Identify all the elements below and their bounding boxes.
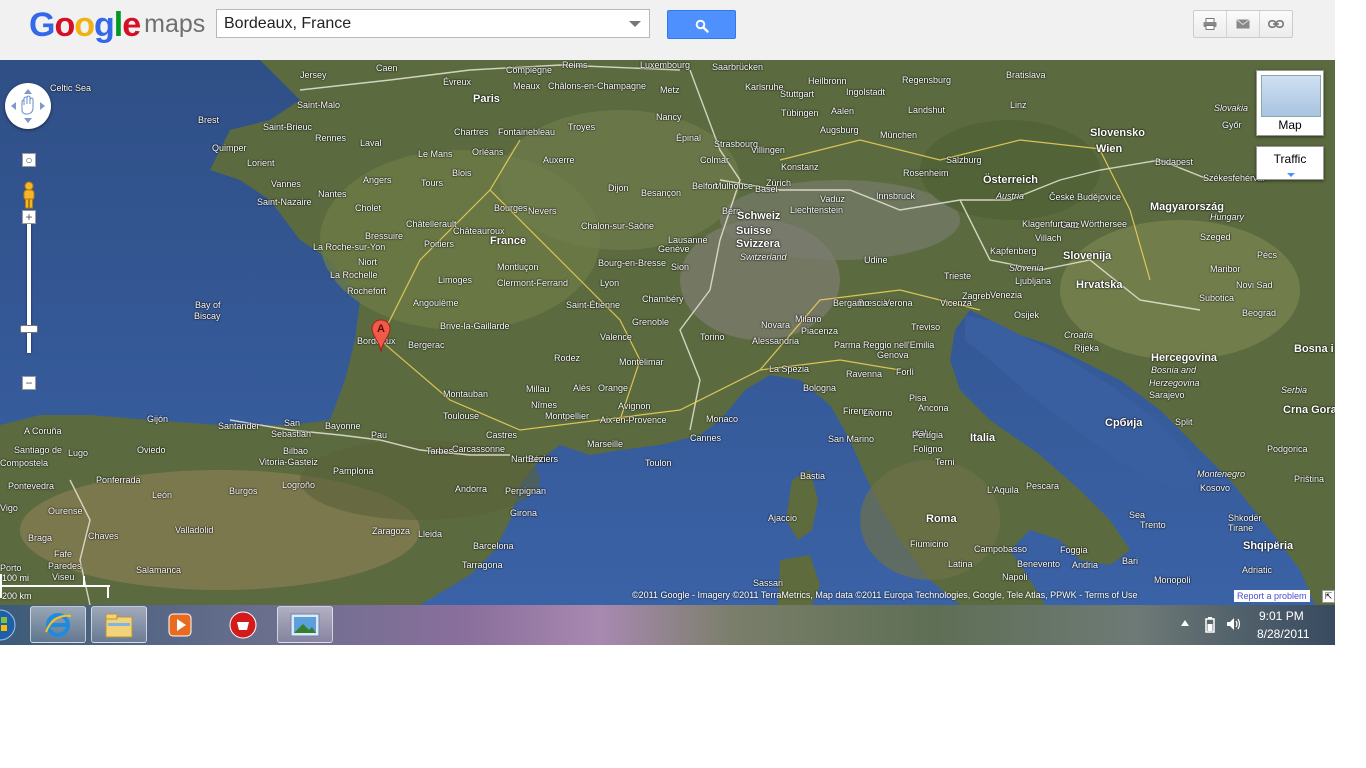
- taskbar-media-player[interactable]: [152, 606, 208, 643]
- resize-corner-icon[interactable]: ⇱: [1322, 590, 1335, 603]
- picture-viewer-icon: [290, 613, 320, 636]
- search-input[interactable]: [217, 10, 624, 37]
- internet-explorer-icon: [45, 612, 72, 637]
- report-problem-link[interactable]: Report a problem: [1234, 590, 1310, 602]
- tool-buttons: [1193, 10, 1293, 38]
- search-box[interactable]: [216, 9, 650, 38]
- header: Google maps: [0, 0, 1335, 60]
- taskbar-internet-explorer[interactable]: [30, 606, 86, 643]
- scale-miles: 100 mi: [2, 573, 30, 583]
- satellite-imagery: [0, 60, 1335, 605]
- logo-letter: o: [74, 6, 95, 44]
- pan-control[interactable]: [5, 83, 51, 129]
- zoom-handle[interactable]: [20, 325, 38, 333]
- email-button[interactable]: [1227, 11, 1260, 37]
- print-button[interactable]: [1194, 11, 1227, 37]
- map-canvas[interactable]: Celtic Sea Jersey Saint-Malo Caen Brest Saint…: [0, 60, 1335, 605]
- logo-letter: o: [54, 6, 75, 44]
- map-type-button[interactable]: Map: [1256, 70, 1324, 136]
- zoom-in-button[interactable]: +: [22, 210, 36, 224]
- taskbar-file-explorer[interactable]: [91, 606, 147, 643]
- copyright-text: ©2011 Google - Imagery ©2011 TerraMetric…: [632, 590, 1138, 600]
- scale-bar: 100 mi 200 km: [0, 570, 115, 602]
- logo-suffix: maps: [144, 10, 206, 38]
- clock-time[interactable]: 9:01 PM: [1259, 609, 1304, 623]
- show-hidden-icons-icon[interactable]: [1181, 620, 1189, 626]
- zoom-out-button[interactable]: −: [22, 376, 36, 390]
- printer-icon: [1203, 18, 1217, 30]
- marker-label: A: [377, 323, 385, 335]
- traffic-button[interactable]: Traffic: [1256, 146, 1324, 180]
- taskbar-picture-viewer[interactable]: [277, 606, 333, 643]
- media-player-icon: [168, 613, 192, 636]
- start-button[interactable]: [0, 606, 18, 643]
- logo-letter: e: [122, 6, 141, 44]
- file-explorer-icon: [105, 613, 133, 637]
- battery-icon[interactable]: [1205, 617, 1215, 633]
- map-type-label: Map: [1278, 118, 1302, 132]
- magnifier-icon: [695, 19, 709, 33]
- chevron-down-icon[interactable]: [629, 21, 641, 27]
- reset-zoom-button[interactable]: ○: [22, 153, 36, 167]
- start-orb-icon: [0, 609, 16, 640]
- scale-km: 200 km: [2, 591, 32, 601]
- chevron-down-icon: [1287, 173, 1295, 177]
- logo-letter: l: [113, 6, 124, 44]
- hand-pan-icon: [11, 89, 45, 123]
- map-thumbnail: [1261, 75, 1321, 117]
- link-icon: [1268, 20, 1284, 28]
- logo-letter: g: [94, 6, 115, 44]
- location-marker-a[interactable]: A: [371, 319, 391, 353]
- system-tray: [1175, 605, 1335, 645]
- traffic-label: Traffic: [1273, 152, 1307, 166]
- volume-icon[interactable]: [1226, 617, 1242, 631]
- search-button[interactable]: [667, 10, 736, 39]
- logo-letter: G: [29, 6, 55, 44]
- windows-taskbar: 9:01 PM 8/28/2011: [0, 605, 1335, 645]
- record-app-icon: [229, 611, 257, 638]
- envelope-icon: [1236, 19, 1250, 29]
- taskbar-record-app[interactable]: [215, 606, 271, 643]
- clock-date[interactable]: 8/28/2011: [1257, 627, 1310, 641]
- google-maps-logo[interactable]: Google maps: [29, 6, 205, 46]
- pegman-icon[interactable]: [20, 181, 38, 209]
- link-button[interactable]: [1260, 11, 1292, 37]
